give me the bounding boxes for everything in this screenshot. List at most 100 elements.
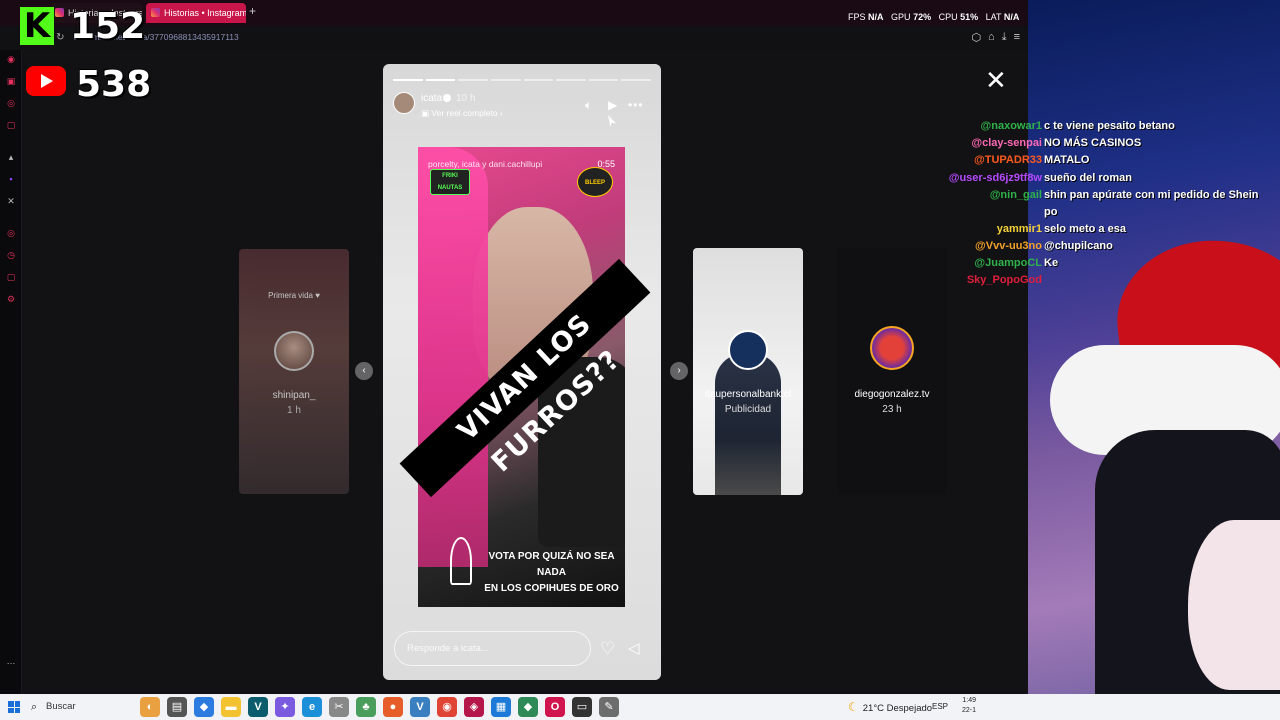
avatar	[728, 330, 768, 370]
video-collab-text: porcelty, icata y dani.cachillupi	[428, 159, 543, 169]
youtube-viewer-count: 538	[76, 64, 152, 105]
opera-icon[interactable]: O	[545, 697, 565, 717]
like-heart-icon[interactable]: ♡	[600, 639, 615, 659]
weather-label: 21°C Despejado	[862, 703, 933, 714]
clock-time: 1:49	[962, 697, 977, 704]
chat-username: @clay-senpai	[971, 137, 1042, 150]
app-icon[interactable]: ♣	[356, 697, 376, 717]
chat-message: yammir1 selo meto a esa	[940, 221, 1278, 238]
app-icon[interactable]: ▦	[491, 697, 511, 717]
new-tab-button[interactable]: +	[249, 4, 256, 18]
app-icon[interactable]: ✎	[599, 697, 619, 717]
app-icon[interactable]: ✦	[275, 697, 295, 717]
lock-icon[interactable]: ⌂	[988, 31, 995, 44]
cpu-value: 51%	[960, 12, 979, 22]
app-icon[interactable]: ◈	[464, 697, 484, 717]
app-icon[interactable]: ▭	[572, 697, 592, 717]
file-explorer-icon[interactable]: ▬	[221, 697, 241, 717]
story-progress	[393, 79, 651, 81]
language-indicator[interactable]: ESP	[932, 697, 948, 717]
view-full-reel-link[interactable]: ▣ Ver reel completo ›	[421, 108, 503, 119]
chat-text: MATALO	[1044, 154, 1090, 167]
taskbar-clock[interactable]: 1:49 22-1	[962, 696, 976, 716]
sidebar-box-icon[interactable]: ▢	[6, 120, 16, 130]
bleep-logo: BLEEP	[577, 167, 613, 197]
chat-username: yammir1	[996, 222, 1042, 235]
chat-message: @user-sd6jz9tf8w sueño del roman	[940, 170, 1278, 187]
story-preview-shinipan[interactable]: Primera vida ♥ shinipan_ 1 h	[239, 249, 349, 494]
avatar	[870, 326, 914, 370]
progress-segment	[490, 79, 521, 81]
fps-label: FPS	[848, 12, 866, 22]
reply-input[interactable]: Responde a icata...	[394, 631, 591, 666]
widget-icon[interactable]: ◐	[140, 697, 160, 717]
taskbar: ⌕ Buscar ◐ ▤ ◆ ▬ V ✦ e ✂ ♣ ● V ◉ ◈ ▦ ◆ O …	[0, 694, 1280, 720]
app-icon[interactable]: ✂	[329, 697, 349, 717]
story-preview-diegogonzalez[interactable]: diegogonzalez.tv 23 h	[837, 248, 947, 495]
chat-message: @naxowar1 c te viene pesaito betano	[940, 118, 1278, 135]
sidebar-more-icon[interactable]: …	[6, 656, 16, 666]
sidebar-circle-icon[interactable]: ◉	[6, 54, 16, 64]
reel-link-label: Ver reel completo	[431, 108, 498, 118]
chat-message: @JuampoCL Ke	[940, 255, 1278, 272]
sidebar-bag-icon[interactable]: ▣	[6, 76, 16, 86]
chat-overlay: @naxowar1 c te viene pesaito betano @clay-…	[940, 118, 1278, 290]
story-username: diegogonzalez.tv	[854, 389, 930, 400]
search-label: Buscar	[46, 701, 76, 712]
chrome-icon[interactable]: ◉	[437, 697, 457, 717]
task-view-icon[interactable]: ▤	[167, 697, 187, 717]
app-icon[interactable]: ◆	[518, 697, 538, 717]
chat-message: @TUPADR33 MATALO	[940, 152, 1278, 169]
progress-segment	[621, 79, 651, 81]
sidebar-gear-icon[interactable]: ⚙	[6, 294, 16, 304]
taskbar-search[interactable]: ⌕ Buscar	[28, 697, 136, 717]
avatar	[274, 331, 314, 371]
more-options-icon[interactable]: •••	[628, 98, 644, 112]
moon-weather-icon: ☾	[848, 700, 859, 714]
firefox-icon[interactable]: ●	[383, 697, 403, 717]
vs-icon[interactable]: V	[410, 697, 430, 717]
cpu-label: CPU	[938, 12, 958, 22]
sidebar-box2-icon[interactable]: ▢	[6, 272, 16, 282]
chat-text: NO MÁS CASINOS	[1044, 137, 1142, 150]
download-icon[interactable]: ⤓	[1002, 31, 1007, 44]
sidebar-instagram2-icon[interactable]: ◎	[6, 228, 16, 238]
browser-sidebar: ◉ ▣ ◎ ▢ ▴ ▪ ✕ ◎ ◷ ▢ ⚙ …	[0, 50, 22, 694]
windows-start-icon[interactable]	[8, 701, 20, 713]
play-icon[interactable]: ▶	[608, 98, 617, 112]
vote-caption: VOTA POR QUIZÁ NO SEA NADA EN LOS COPIHU…	[478, 549, 625, 597]
close-icon[interactable]: ✕	[985, 66, 1007, 94]
sidebar-clock-icon[interactable]: ◷	[6, 250, 16, 260]
sidebar-x-icon[interactable]: ✕	[6, 196, 16, 206]
search-icon: ⌕	[31, 701, 38, 713]
copilot-icon[interactable]: ◆	[194, 697, 214, 717]
chat-text: Ke	[1044, 257, 1059, 270]
ad-person-image	[715, 353, 781, 495]
kick-viewer-count: 152	[70, 6, 146, 47]
next-story-button[interactable]: ›	[670, 362, 688, 380]
vote-line1: VOTA POR QUIZÁ NO SEA NADA	[488, 551, 615, 578]
menu-icon[interactable]: ≡	[1014, 31, 1020, 44]
sidebar-twitch-icon[interactable]: ▪	[6, 174, 16, 184]
sidebar-instagram-icon[interactable]: ◎	[6, 98, 16, 108]
story-time: 10 h	[456, 93, 476, 104]
story-author-avatar[interactable]	[393, 92, 415, 114]
tab-historias-active[interactable]: Historias • Instagram	[146, 3, 246, 23]
previous-story-button[interactable]: ‹	[355, 362, 373, 380]
vtube-icon[interactable]: V	[248, 697, 268, 717]
send-icon[interactable]: ◁	[628, 639, 640, 657]
vote-line2: EN LOS COPIHUES DE ORO	[484, 583, 619, 594]
video-hair	[418, 147, 488, 567]
edge-icon[interactable]: e	[302, 697, 322, 717]
browser-window: Historias • Instagram Historias • Instag…	[0, 0, 1028, 694]
verified-icon	[443, 94, 451, 102]
fps-value: N/A	[868, 12, 884, 22]
chat-username: @nin_gail	[989, 188, 1042, 201]
sidebar-arrow-icon[interactable]: ▴	[6, 152, 16, 162]
weather-widget[interactable]: ☾ 21°C Despejado	[848, 697, 932, 719]
story-preview-itau[interactable]: itaupersonalbank.cl Publicidad	[693, 248, 803, 495]
story-author-username[interactable]: icata	[421, 93, 442, 104]
clock-date: 22-1	[962, 707, 977, 714]
mute-icon[interactable]: 🔈︎	[585, 98, 592, 113]
extensions-icon[interactable]: ⬡	[971, 31, 981, 44]
